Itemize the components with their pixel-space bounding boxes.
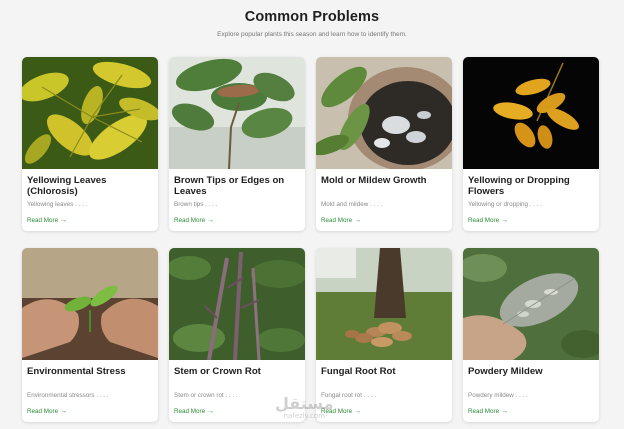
arrow-right-icon: → — [501, 217, 509, 224]
card-title: Fungal Root Rot — [321, 366, 396, 377]
watermark-text: nafezly.com — [283, 412, 325, 420]
card-title: Stem or Crown Rot — [174, 366, 261, 377]
stem-crown-rot-image — [169, 248, 305, 360]
read-more-label: Read More — [27, 217, 59, 224]
card-title: Yellowing or Dropping Flowers — [468, 175, 570, 197]
read-more-label: Read More — [174, 408, 206, 415]
card-title: Powdery Mildew — [468, 366, 543, 377]
problem-card[interactable]: Fungal Root Rot Fungal root rot . . . . … — [316, 248, 452, 422]
read-more-label: Read More — [174, 217, 206, 224]
problem-card[interactable]: Brown Tips or Edges on Leaves Brown tips… — [169, 57, 305, 231]
problem-card[interactable]: Powdery Mildew Powdery mildew . . . . Re… — [463, 248, 599, 422]
card-title: Brown Tips or Edges on Leaves — [174, 175, 285, 197]
card-description: Mold and mildew . . . . — [321, 201, 383, 208]
problem-card[interactable]: Yellowing Leaves (Chlorosis) Yellowing l… — [22, 57, 158, 231]
read-more-label: Read More — [321, 217, 353, 224]
card-title: Mold or Mildew Growth — [321, 175, 427, 186]
arrow-right-icon: → — [60, 217, 68, 224]
watermark: مستقل nafezly.com — [275, 394, 334, 421]
arrow-right-icon: → — [354, 217, 362, 224]
brown-tips-image — [169, 57, 305, 169]
page-subtitle: Explore popular plants this season and l… — [217, 31, 407, 38]
card-title: Yellowing Leaves (Chlorosis) — [27, 175, 107, 197]
problem-card[interactable]: Environmental Stress Environmental stres… — [22, 248, 158, 422]
arrow-right-icon: → — [501, 408, 509, 415]
read-more-link[interactable]: Read More → — [27, 408, 67, 415]
page-header: Common Problems Explore popular plants t… — [0, 0, 624, 38]
arrow-right-icon: → — [207, 408, 215, 415]
card-description: Yellowing leaves . . . . — [27, 201, 88, 208]
mold-mildew-image — [316, 57, 452, 169]
environmental-stress-image — [22, 248, 158, 360]
arrow-right-icon: → — [60, 408, 68, 415]
read-more-label: Read More — [468, 408, 500, 415]
problem-card[interactable]: Yellowing or Dropping Flowers Yellowing … — [463, 57, 599, 231]
watermark-logo: مستقل — [275, 394, 334, 413]
read-more-label: Read More — [27, 408, 59, 415]
problems-grid: Yellowing Leaves (Chlorosis) Yellowing l… — [22, 57, 599, 422]
card-description: Powdery mildew . . . . — [468, 392, 528, 399]
read-more-link[interactable]: Read More → — [321, 217, 361, 224]
yellowing-flowers-image — [463, 57, 599, 169]
card-description: Brown tips . . . . — [174, 201, 218, 208]
card-description: Environmental stressors . . . . — [27, 392, 109, 399]
arrow-right-icon: → — [354, 408, 362, 415]
read-more-link[interactable]: Read More → — [174, 408, 214, 415]
problem-card[interactable]: Mold or Mildew Growth Mold and mildew . … — [316, 57, 452, 231]
fungal-root-rot-image — [316, 248, 452, 360]
read-more-link[interactable]: Read More → — [468, 217, 508, 224]
read-more-label: Read More — [468, 217, 500, 224]
page-title: Common Problems — [244, 9, 380, 25]
card-title: Environmental Stress — [27, 366, 126, 377]
powdery-mildew-image — [463, 248, 599, 360]
yellowing-leaves-image — [22, 57, 158, 169]
card-description: Yellowing or dropping . . . . — [468, 201, 542, 208]
arrow-right-icon: → — [207, 217, 215, 224]
read-more-link[interactable]: Read More → — [27, 217, 67, 224]
read-more-link[interactable]: Read More → — [174, 217, 214, 224]
card-description: Fungal root rot . . . . — [321, 392, 376, 399]
read-more-link[interactable]: Read More → — [468, 408, 508, 415]
